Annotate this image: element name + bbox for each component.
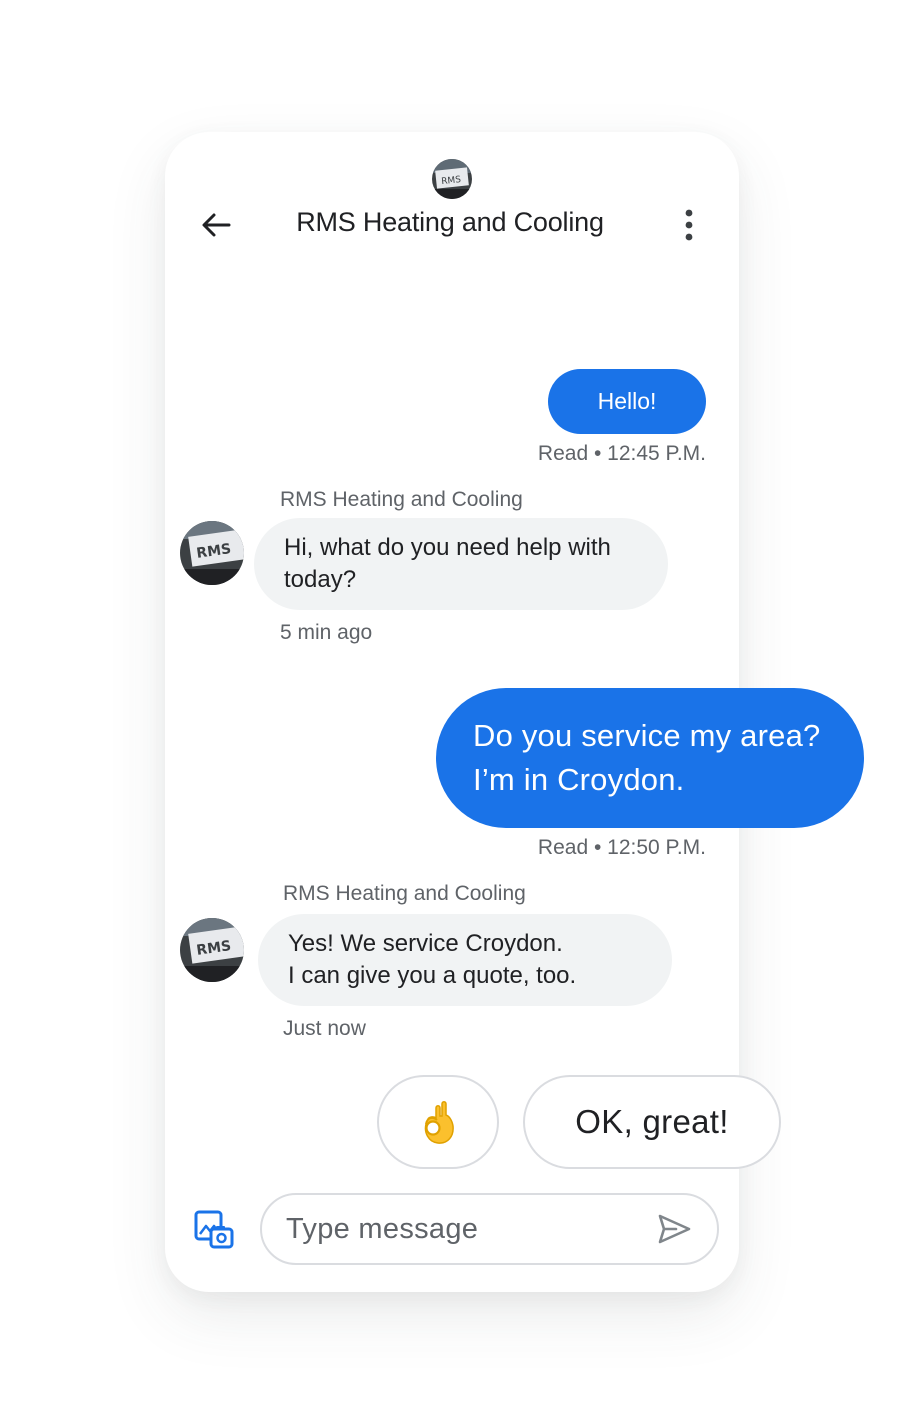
- sender-name: RMS Heating and Cooling: [283, 882, 526, 905]
- sender-avatar: RMS: [180, 918, 244, 982]
- message-text: Hello!: [597, 388, 657, 414]
- sender-name: RMS Heating and Cooling: [280, 488, 523, 511]
- read-receipt: Read • 12:50 P.M.: [537, 836, 706, 859]
- arrow-back-icon[interactable]: [199, 208, 233, 242]
- outgoing-message-bubble[interactable]: Hello!: [548, 369, 706, 434]
- conversation-title: RMS Heating and Cooling: [296, 207, 604, 237]
- message-time: 5 min ago: [280, 621, 373, 644]
- business-avatar: RMS: [432, 159, 472, 199]
- add-photo-icon[interactable]: [192, 1207, 236, 1251]
- send-icon[interactable]: [656, 1212, 692, 1246]
- incoming-message-bubble[interactable]: Hi, what do you need help with today?: [254, 518, 668, 610]
- sender-avatar: RMS: [180, 521, 244, 585]
- business-logo-icon: RMS: [180, 521, 244, 585]
- incoming-message-bubble[interactable]: Yes! We service Croydon. I can give you …: [258, 914, 672, 1006]
- message-time: Just now: [283, 1017, 366, 1040]
- message-text: Do you service my area? I’m in Croydon.: [473, 718, 821, 797]
- suggestion-chip-ok-hand[interactable]: 👌: [377, 1075, 499, 1169]
- suggestion-chip-ok-great[interactable]: OK, great!: [523, 1075, 781, 1169]
- message-input-placeholder: Type message: [286, 1212, 479, 1245]
- business-logo-icon: RMS: [432, 159, 472, 199]
- more-vert-icon[interactable]: [674, 206, 704, 244]
- suggestion-label: OK, great!: [575, 1103, 729, 1140]
- business-logo-icon: RMS: [180, 918, 244, 982]
- screen: RMS RMS Heating and Cooling Hello! Read …: [0, 0, 916, 1426]
- outgoing-message-bubble[interactable]: Do you service my area? I’m in Croydon.: [436, 688, 864, 828]
- svg-text:RMS: RMS: [441, 175, 462, 187]
- read-receipt: Read • 12:45 P.M.: [537, 442, 706, 465]
- message-input[interactable]: Type message: [260, 1193, 719, 1265]
- ok-hand-emoji: [424, 1101, 454, 1144]
